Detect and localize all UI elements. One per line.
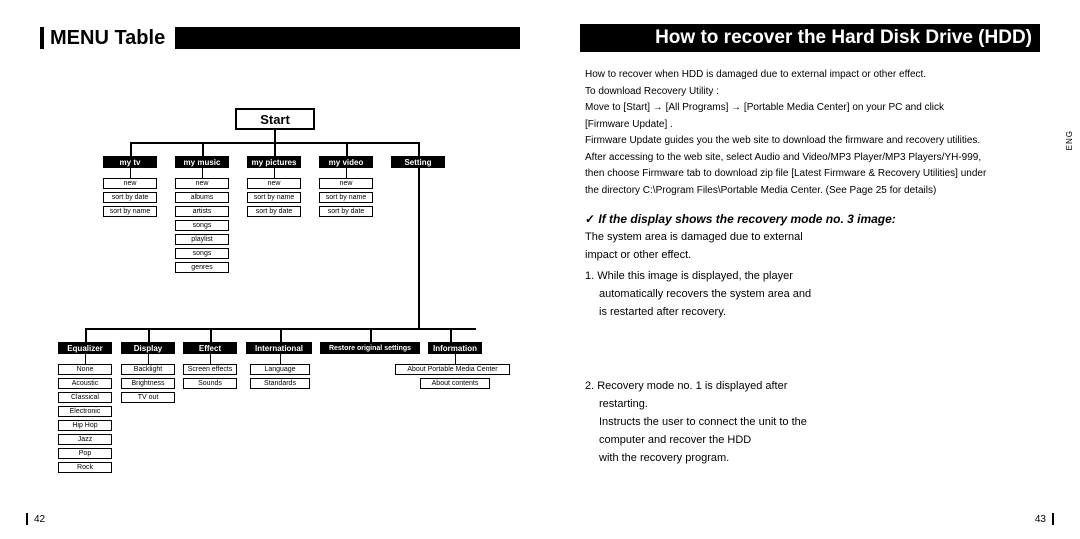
leaf: Standards bbox=[250, 378, 310, 389]
leaf: Acoustic bbox=[58, 378, 112, 389]
line bbox=[210, 354, 211, 364]
node-setting: Setting bbox=[391, 156, 445, 168]
page-number-right: 43 bbox=[1035, 513, 1054, 525]
line bbox=[85, 354, 86, 364]
leaf: TV out bbox=[121, 392, 175, 403]
start-node: Start bbox=[235, 108, 315, 130]
menu-diagram: Start my tv my music my pictures my vide… bbox=[40, 100, 510, 500]
step-line: 1. While this image is displayed, the pl… bbox=[585, 269, 1040, 284]
node-display: Display bbox=[121, 342, 175, 354]
leaf: albums bbox=[175, 192, 229, 203]
node-restore: Restore original settings bbox=[320, 342, 420, 354]
step-line: Instructs the user to connect the unit t… bbox=[585, 415, 1040, 430]
leaf: sort by name bbox=[319, 192, 373, 203]
node-my-music: my music bbox=[175, 156, 229, 168]
recovery-text: How to recover when HDD is damaged due t… bbox=[585, 68, 1040, 469]
intro-line: How to recover when HDD is damaged due t… bbox=[585, 68, 1040, 82]
node-my-pictures: my pictures bbox=[247, 156, 301, 168]
node-equalizer: Equalizer bbox=[58, 342, 112, 354]
lang-tab: ENG bbox=[1065, 130, 1074, 150]
page-header-left: MENU Table bbox=[40, 24, 520, 52]
line bbox=[450, 328, 452, 342]
line bbox=[202, 142, 204, 156]
line bbox=[274, 168, 275, 178]
leaf: Jazz bbox=[58, 434, 112, 445]
leaf: songs bbox=[175, 220, 229, 231]
subheading: ✓ If the display shows the recovery mode… bbox=[585, 211, 1040, 227]
intro-line: then choose Firmware tab to download zip… bbox=[585, 167, 1040, 181]
leaf: sort by date bbox=[247, 206, 301, 217]
intro-line: To download Recovery Utility : bbox=[585, 85, 1040, 99]
subheading-text: If the display shows the recovery mode n… bbox=[598, 212, 895, 226]
leaf: About contents bbox=[420, 378, 490, 389]
body-line: The system area is damaged due to extern… bbox=[585, 230, 1040, 245]
line bbox=[202, 168, 203, 178]
leaf: None bbox=[58, 364, 112, 375]
leaf: new bbox=[319, 178, 373, 189]
line bbox=[280, 328, 282, 342]
line bbox=[210, 328, 212, 342]
node-information: Information bbox=[428, 342, 482, 354]
leaf: Pop bbox=[58, 448, 112, 459]
page-title-left: MENU Table bbox=[50, 27, 165, 50]
leaf: artists bbox=[175, 206, 229, 217]
node-my-video: my video bbox=[319, 156, 373, 168]
intro-line: the directory C:\Program Files\Portable … bbox=[585, 184, 1040, 198]
line bbox=[455, 354, 456, 364]
leaf: sort by date bbox=[103, 192, 157, 203]
leaf: new bbox=[103, 178, 157, 189]
leaf: songs bbox=[175, 248, 229, 259]
leaf: Hip Hop bbox=[58, 420, 112, 431]
intro-line: [Firmware Update] . bbox=[585, 118, 1040, 132]
line bbox=[346, 142, 348, 156]
step-line: with the recovery program. bbox=[585, 451, 1040, 466]
intro-line: After accessing to the web site, select … bbox=[585, 151, 1040, 165]
step-line: restarting. bbox=[585, 397, 1040, 412]
page-title-right: How to recover the Hard Disk Drive (HDD) bbox=[655, 27, 1032, 49]
intro-line: Firmware Update guides you the web site … bbox=[585, 134, 1040, 148]
line bbox=[130, 168, 131, 178]
line bbox=[274, 130, 276, 142]
leaf: About Portable Media Center bbox=[395, 364, 510, 375]
intro-line: Move to [Start] → [All Programs] → [Port… bbox=[585, 101, 1040, 115]
leaf: sort by name bbox=[247, 192, 301, 203]
leaf: sort by date bbox=[319, 206, 373, 217]
step-line: 2. Recovery mode no. 1 is displayed afte… bbox=[585, 379, 1040, 394]
page-header-right: How to recover the Hard Disk Drive (HDD) bbox=[580, 24, 1040, 52]
line bbox=[274, 142, 276, 156]
node-my-tv: my tv bbox=[103, 156, 157, 168]
header-fill bbox=[175, 27, 520, 49]
leaf: Screen effects bbox=[183, 364, 237, 375]
leaf: Rock bbox=[58, 462, 112, 473]
node-international: International bbox=[246, 342, 312, 354]
line bbox=[148, 354, 149, 364]
line bbox=[418, 142, 420, 156]
step-line: automatically recovers the system area a… bbox=[585, 287, 1040, 302]
step-line: computer and recover the HDD bbox=[585, 433, 1040, 448]
leaf: sort by name bbox=[103, 206, 157, 217]
leaf: Backlight bbox=[121, 364, 175, 375]
line bbox=[148, 328, 150, 342]
line bbox=[418, 168, 420, 328]
leaf: Sounds bbox=[183, 378, 237, 389]
leaf: Brightness bbox=[121, 378, 175, 389]
line bbox=[280, 354, 281, 364]
page-number-left: 42 bbox=[26, 513, 45, 525]
header-accent-bar bbox=[40, 27, 44, 49]
line bbox=[370, 328, 372, 342]
line bbox=[85, 328, 87, 342]
leaf: Classical bbox=[58, 392, 112, 403]
leaf: new bbox=[247, 178, 301, 189]
line bbox=[346, 168, 347, 178]
leaf: Language bbox=[250, 364, 310, 375]
body-line: impact or other effect. bbox=[585, 248, 1040, 263]
node-effect: Effect bbox=[183, 342, 237, 354]
leaf: new bbox=[175, 178, 229, 189]
line bbox=[130, 142, 132, 156]
leaf: Electronic bbox=[58, 406, 112, 417]
step-line: is restarted after recovery. bbox=[585, 305, 1040, 320]
leaf: playlist bbox=[175, 234, 229, 245]
leaf: genres bbox=[175, 262, 229, 273]
